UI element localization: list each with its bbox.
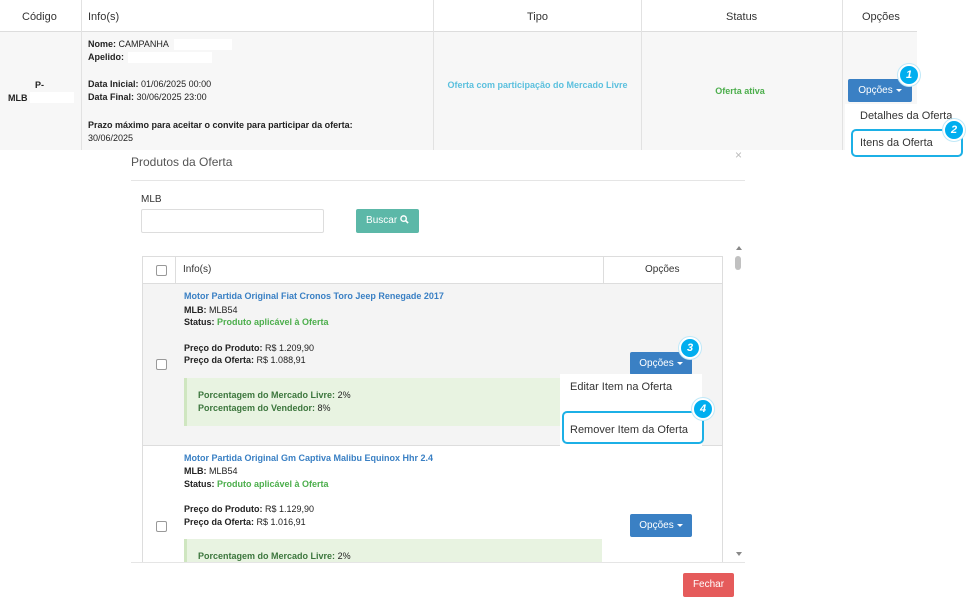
offer-price: Preço da Oferta: R$ 1.088,91 <box>184 355 306 365</box>
redacted-name <box>174 39 232 50</box>
fechar-button[interactable]: Fechar <box>683 573 734 597</box>
offer-status: Oferta ativa <box>715 86 765 96</box>
offer-code-prefix: P- <box>35 80 44 90</box>
modal-title: Produtos da Oferta <box>131 155 233 169</box>
step-badge-1: 1 <box>898 64 920 86</box>
offer-code-mlb: MLB <box>8 93 28 103</box>
col-header-opcoes: Opções <box>645 264 680 275</box>
row-checkbox[interactable] <box>156 521 167 532</box>
col-header-status: Status <box>726 0 766 32</box>
mlb-search-input[interactable] <box>141 209 324 233</box>
pct-mercado-livre: Porcentagem do Mercado Livre: 2% <box>198 551 351 561</box>
col-header-tipo: Tipo <box>527 0 567 32</box>
caret-down-icon <box>895 88 902 92</box>
offer-start-date: Data Inicial: 01/06/2025 00:00 <box>88 79 212 89</box>
product-title[interactable]: Motor Partida Original Gm Captiva Malibu… <box>184 453 433 464</box>
offer-price: Preço da Oferta: R$ 1.016,91 <box>184 517 306 527</box>
offer-name: Nome: CAMPANHA <box>88 39 169 49</box>
menu-item-detalhes-oferta[interactable]: Detalhes da Oferta <box>860 110 952 122</box>
product-mlb: MLB: MLB54 <box>184 305 238 315</box>
offer-type: Oferta com participação do Mercado Livre <box>447 80 628 90</box>
product-status: Status: Produto aplicável à Oferta <box>184 479 329 489</box>
buscar-button[interactable]: Buscar <box>356 209 419 233</box>
pct-vendedor: Porcentagem do Vendedor: 8% <box>198 403 331 413</box>
col-header-infos: Info(s) <box>183 264 212 275</box>
search-icon <box>400 215 409 224</box>
table-row: Motor Partida Original Gm Captiva Malibu… <box>143 446 722 562</box>
offer-apelido-label: Apelido: <box>88 52 124 62</box>
select-all-checkbox[interactable] <box>156 265 167 276</box>
caret-down-icon <box>676 523 683 527</box>
caret-down-icon <box>676 361 683 365</box>
percentage-info-box: Porcentagem do Mercado Livre: 2% Porcent… <box>184 378 602 426</box>
offer-deadline-label: Prazo máximo para aceitar o convite para… <box>88 120 353 130</box>
product-price: Preço do Produto: R$ 1.129,90 <box>184 504 315 514</box>
step-badge-4: 4 <box>692 398 714 420</box>
step-badge-3: 3 <box>679 337 701 359</box>
redacted-apelido <box>128 52 212 63</box>
product-title[interactable]: Motor Partida Original Fiat Cronos Toro … <box>184 291 444 302</box>
modal-produtos-oferta: Produtos da Oferta × MLB Buscar Info(s) … <box>131 148 745 600</box>
pct-mercado-livre: Porcentagem do Mercado Livre: 2% <box>198 390 351 400</box>
products-scrollbar[interactable] <box>734 246 744 558</box>
product-mlb: MLB: MLB54 <box>184 466 238 476</box>
redacted-code <box>30 92 74 103</box>
row-checkbox[interactable] <box>156 359 167 370</box>
percentage-info-box: Porcentagem do Mercado Livre: 2% <box>184 539 602 562</box>
col-header-infos: Info(s) <box>88 0 148 32</box>
col-header-codigo: Código <box>22 0 62 32</box>
menu-item-editar-item[interactable]: Editar Item na Oferta <box>570 381 672 393</box>
product-price: Preço do Produto: R$ 1.209,90 <box>184 343 315 353</box>
product-options-button[interactable]: Opções <box>630 514 692 537</box>
offers-table: Código Info(s) Tipo Status Opções P- MLB… <box>0 0 917 150</box>
offer-deadline-value: 30/06/2025 <box>88 133 134 143</box>
col-header-opcoes: Opções <box>862 0 912 32</box>
highlight-remover-item <box>562 411 704 444</box>
product-status: Status: Produto aplicável à Oferta <box>184 317 329 327</box>
mlb-label: MLB <box>141 194 162 205</box>
step-badge-2: 2 <box>943 119 965 141</box>
offer-end-date: Data Final: 30/06/2025 23:00 <box>88 92 207 102</box>
close-icon[interactable]: × <box>735 148 742 162</box>
